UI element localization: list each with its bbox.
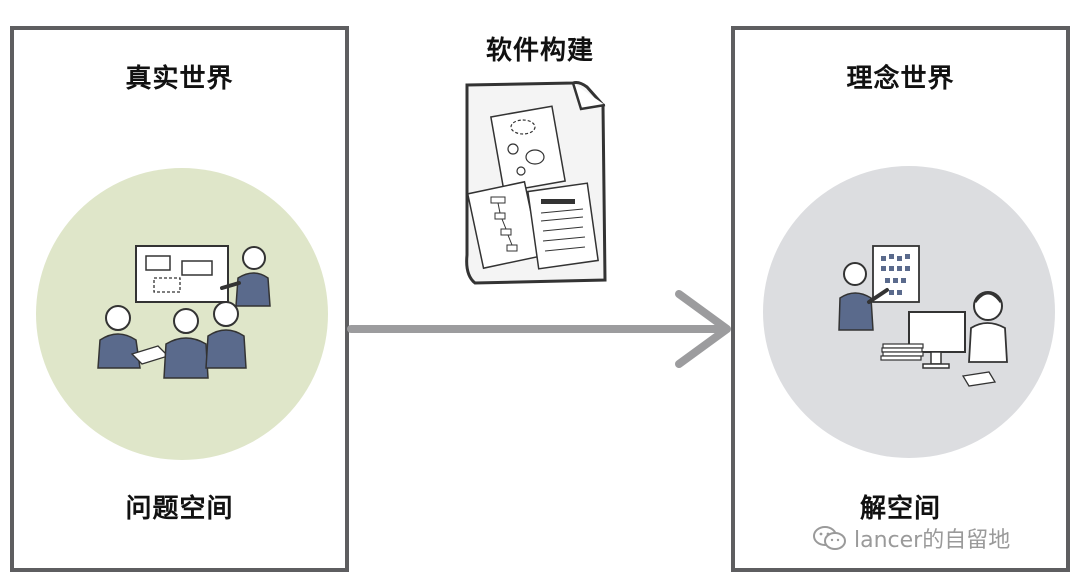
team-meeting-illustration [97,245,271,379]
real-world-title: 真实世界 [125,64,234,94]
diagram-page-icon [490,105,566,193]
developer-illustration [838,245,1008,387]
developer-circle [763,166,1055,458]
presenter-head-icon [242,246,266,270]
real-world-panel: 真实世界 问题空间 [10,26,349,572]
software-build-title: 软件构建 [485,36,594,66]
checklist-page-icon [527,182,599,270]
notepad-icon [961,371,997,387]
team-meeting-circle [36,168,328,460]
paper-stack-icon [880,343,924,361]
idea-world-panel: 理念世界 解空间 [731,26,1070,572]
watermark: lancer的自留地 [812,522,1010,554]
problem-space-label: 问题空间 [125,494,234,524]
documents-stack-illustration [465,81,607,285]
idea-world-title: 理念世界 [846,64,955,94]
transform-arrow [347,290,731,368]
person-head-icon [105,305,131,331]
presenter-head-icon [843,262,867,286]
wechat-icon [813,526,846,550]
solution-space-label: 解空间 [859,494,941,524]
watermark-text: lancer的自留地 [854,528,1011,553]
